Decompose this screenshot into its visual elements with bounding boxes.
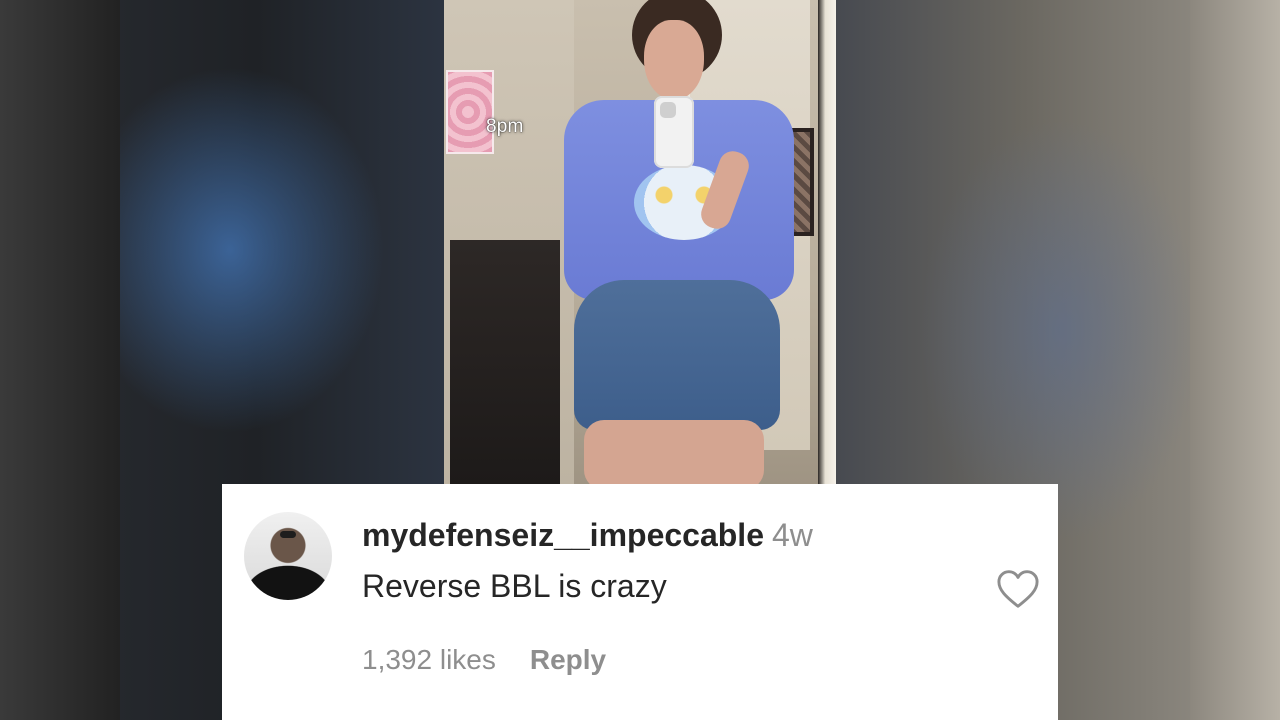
avatar[interactable] [244, 512, 332, 600]
video-player[interactable]: 8pm [444, 0, 836, 484]
phone [654, 96, 694, 168]
comment-card: mydefenseiz__impeccable 4w Reverse BBL is… [222, 484, 1058, 720]
backdrop-left-shade [0, 0, 120, 720]
screen: 8pm mydefenseiz__impeccable 4w Reverse BB… [0, 0, 1280, 720]
username[interactable]: mydefenseiz__impeccable [362, 517, 764, 553]
legs [584, 420, 764, 484]
person-figure [484, 0, 794, 484]
backdrop-right-shade [1190, 0, 1280, 720]
comment-meta: 1,392 likes Reply [362, 644, 606, 676]
comment-age: 4w [771, 517, 813, 553]
video-overlay-text: 8pm [486, 116, 524, 137]
comment-text: Reverse BBL is crazy [362, 568, 667, 604]
like-button[interactable] [994, 566, 1042, 612]
mirror-edge [818, 0, 836, 484]
face [644, 20, 704, 100]
heart-outline-icon [997, 570, 1039, 608]
denim-shorts [574, 280, 780, 430]
likes-count[interactable]: 1,392 likes [362, 644, 496, 676]
comment-header: mydefenseiz__impeccable 4w [362, 517, 813, 554]
reply-button[interactable]: Reply [530, 644, 606, 676]
